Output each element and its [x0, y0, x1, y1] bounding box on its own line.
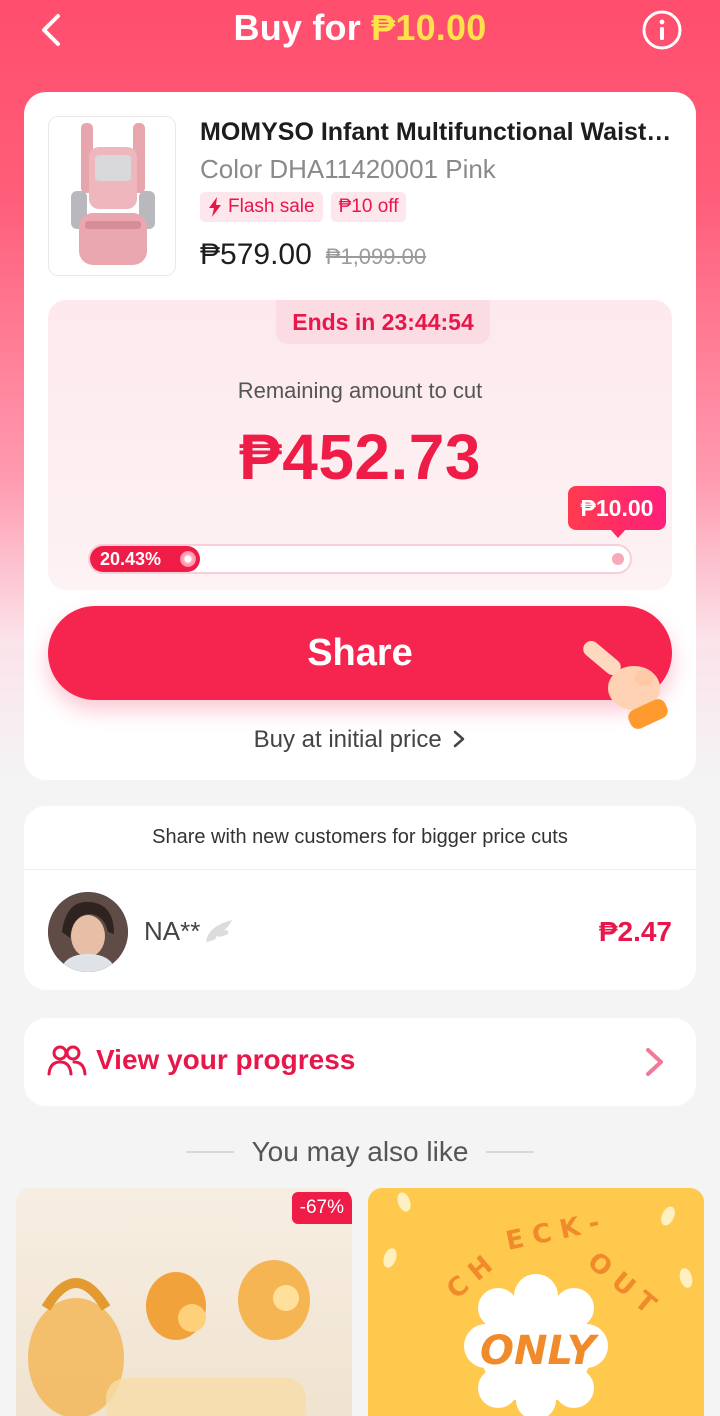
recommendation-card[interactable]: C H E C K - O U T ONLY — [368, 1188, 704, 1416]
page-title-prefix: Buy for — [233, 7, 372, 48]
buy-initial-price-label: Buy at initial price — [253, 726, 442, 753]
divider — [486, 1151, 535, 1153]
view-progress-link[interactable]: View your progress — [24, 1018, 696, 1106]
baby-carrier-image — [71, 123, 155, 265]
recommendations-header: You may also like — [0, 1136, 720, 1168]
checkout-only-image: C H E C K - O U T ONLY — [383, 1192, 693, 1416]
product-thumbnail[interactable] — [48, 116, 176, 276]
helper-cut-amount: ₱2.47 — [598, 916, 672, 947]
cut-progress-label: 20.43% — [100, 548, 162, 569]
product-tags: Flash sale ₱10 off — [200, 192, 407, 222]
flash-sale-label: Flash sale — [228, 196, 315, 217]
info-icon[interactable] — [640, 8, 684, 52]
divider — [185, 1151, 234, 1153]
flash-sale-tag: Flash sale — [200, 192, 323, 222]
share-hint: Share with new customers for bigger pric… — [24, 806, 696, 870]
page-title: Buy for ₱10.00 — [234, 7, 487, 49]
price-row: ₱579.00 ₱1,099.00 — [200, 238, 426, 272]
original-price: ₱1,099.00 — [325, 244, 427, 269]
discount-tag: ₱10 off — [330, 192, 407, 222]
current-price: ₱579.00 — [200, 238, 312, 271]
discount-tag-label: ₱10 off — [338, 196, 399, 217]
progress-head-dot — [180, 551, 197, 567]
helpers-card: Share with new customers for bigger pric… — [24, 806, 696, 990]
cut-progress-bar: 20.43% — [88, 544, 632, 574]
page-title-price: ₱10.00 — [371, 7, 487, 48]
target-price-bubble: ₱10.00 — [568, 486, 666, 538]
remaining-amount: ₱452.73 — [239, 421, 481, 493]
cut-progress-fill: 20.43% — [90, 546, 201, 572]
chevron-right-icon — [454, 730, 465, 748]
product-cut-card: MOMYSO Infant Multifunctional Waist… Col… — [24, 92, 696, 780]
progress-end-dot — [612, 553, 624, 565]
product-title[interactable]: MOMYSO Infant Multifunctional Waist… — [200, 118, 680, 147]
header: Buy for ₱10.00 — [0, 0, 720, 56]
view-progress-label: View your progress — [96, 1044, 356, 1075]
people-icon — [47, 1045, 87, 1076]
recommendations-title: You may also like — [251, 1136, 469, 1167]
product-variant: Color DHA11420001 Pink — [200, 154, 496, 184]
price-cut-panel: Ends in 23:44:54 Remaining amount to cut… — [48, 300, 672, 590]
helper-name-text: NA** — [144, 916, 201, 946]
buy-initial-price-link[interactable]: Buy at initial price — [24, 726, 696, 754]
helper-name: NA** — [144, 916, 236, 947]
discount-badge: -67% — [291, 1192, 352, 1224]
back-arrow-icon[interactable] — [34, 10, 74, 50]
avatar — [48, 892, 128, 972]
bolt-icon — [209, 197, 221, 217]
remaining-label: Remaining amount to cut — [237, 378, 483, 403]
wing-icon — [206, 919, 233, 942]
svg-text:ONLY: ONLY — [480, 1328, 600, 1374]
svg-text:E C K -: E C K - — [503, 1208, 602, 1257]
recommendation-card[interactable]: -67% — [16, 1188, 352, 1416]
chevron-right-icon — [646, 1048, 663, 1076]
pointing-hand-icon — [583, 641, 668, 729]
countdown-timer: Ends in 23:44:54 — [276, 300, 490, 344]
